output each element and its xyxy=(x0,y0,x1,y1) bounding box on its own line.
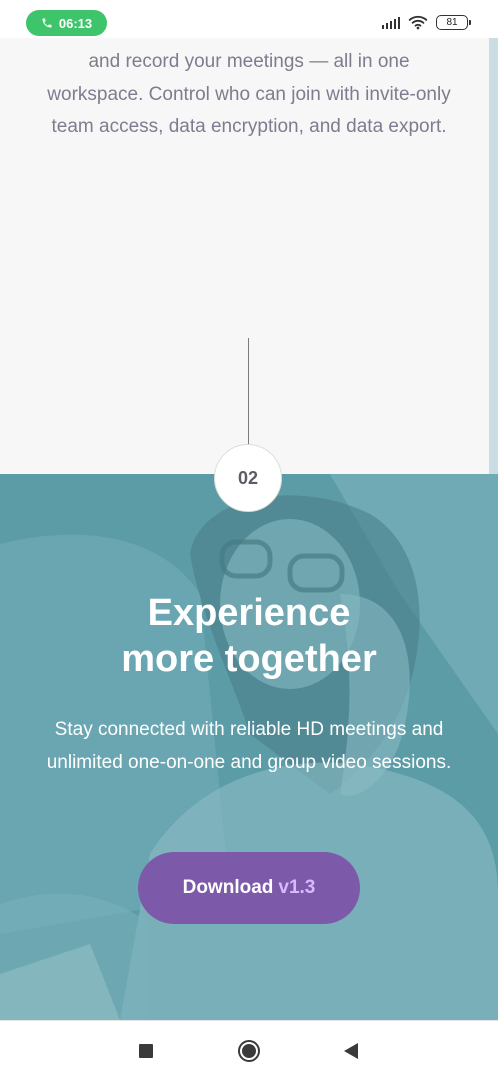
phone-icon xyxy=(42,18,52,28)
home-button[interactable] xyxy=(237,1039,261,1063)
wifi-icon xyxy=(408,15,428,30)
hero-title-line-2: more together xyxy=(121,638,377,680)
back-button[interactable] xyxy=(339,1039,363,1063)
hero-title: Experience more together xyxy=(0,590,498,682)
status-icons: 81 xyxy=(382,12,471,32)
step-number-badge: 02 xyxy=(214,444,282,512)
ongoing-call-chip[interactable]: 06:13 xyxy=(26,10,107,36)
features-section: and record your meetings — all in one wo… xyxy=(0,38,498,488)
hero-title-line-1: Experience xyxy=(147,592,351,634)
download-version: v1.3 xyxy=(278,877,316,898)
circle-icon xyxy=(238,1040,260,1062)
page-edge-strip xyxy=(489,38,498,474)
system-navigation-bar xyxy=(0,1020,498,1080)
recents-button[interactable] xyxy=(134,1039,158,1063)
download-button-label: Download xyxy=(182,877,274,898)
square-icon xyxy=(139,1044,153,1058)
triangle-back-icon xyxy=(344,1043,358,1059)
download-button[interactable]: Download v1.3 xyxy=(138,852,360,924)
signal-icon xyxy=(382,16,400,29)
hero-description: Stay connected with reliable HD meetings… xyxy=(46,719,452,773)
features-description: and record your meetings — all in one wo… xyxy=(47,51,451,137)
battery-icon: 81 xyxy=(436,14,471,30)
status-bar: 06:13 81 xyxy=(0,0,498,38)
status-time: 06:13 xyxy=(58,15,93,31)
